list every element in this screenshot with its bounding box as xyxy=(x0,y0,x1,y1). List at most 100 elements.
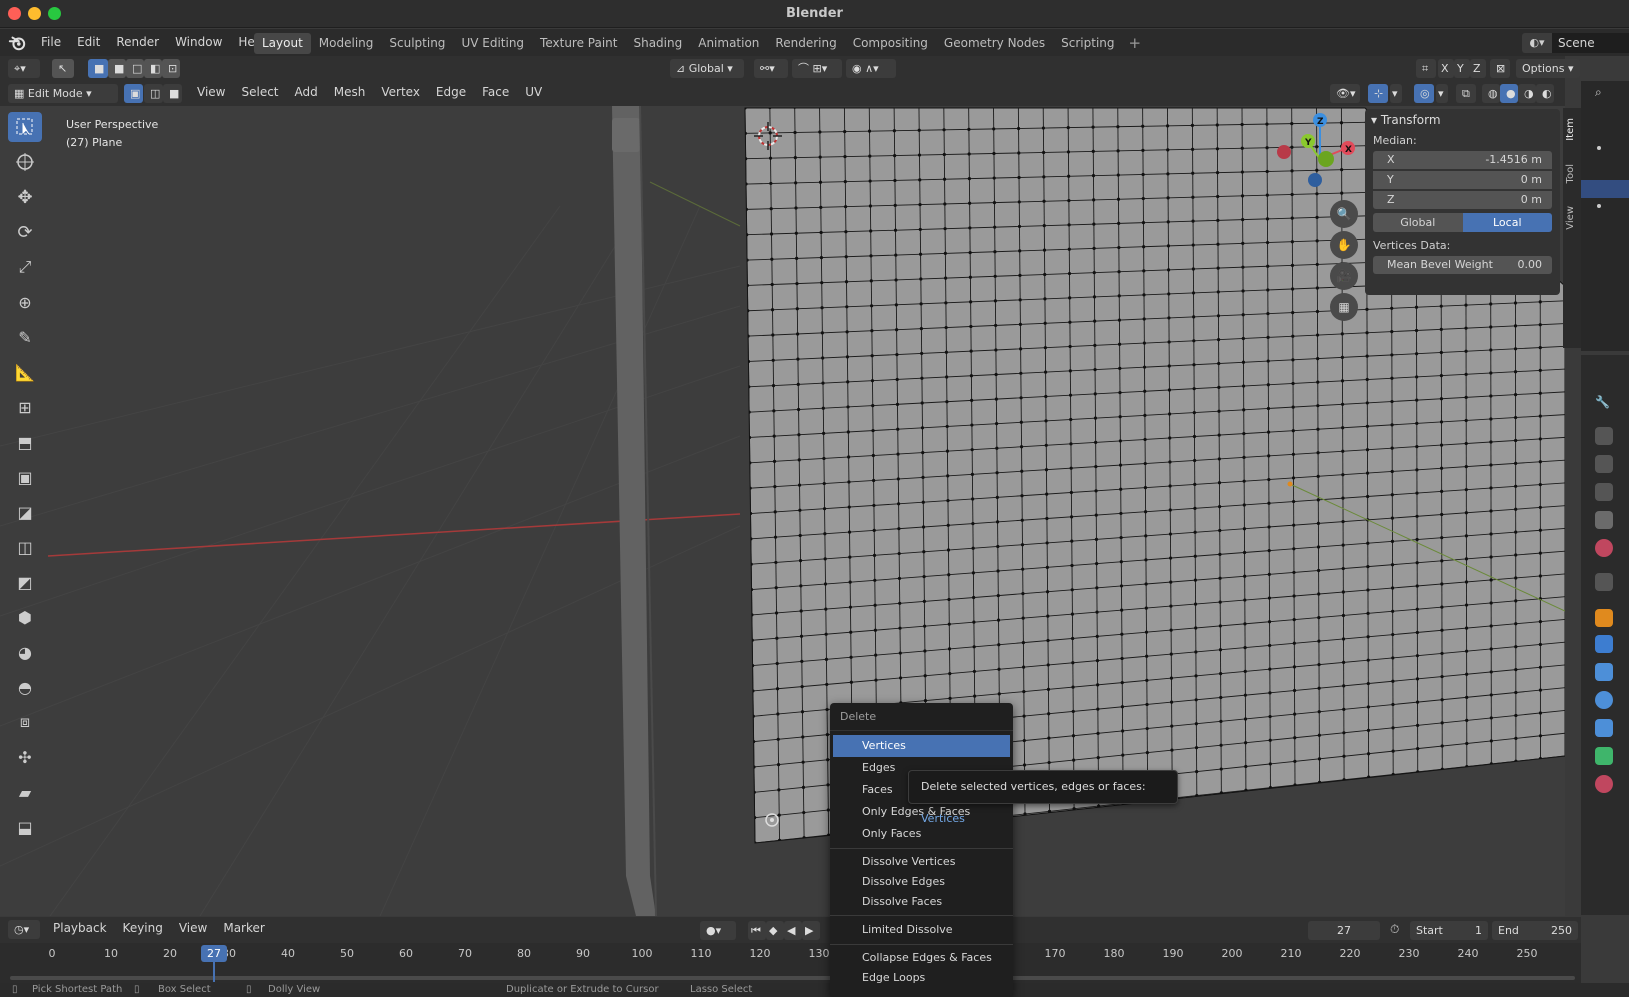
shading-rendered[interactable]: ◐ xyxy=(1536,84,1554,103)
mirror-y-toggle[interactable]: Y xyxy=(1454,59,1470,78)
current-frame-field[interactable]: 27 xyxy=(1308,921,1380,940)
outliner-panel[interactable]: ⌕ xyxy=(1581,81,1629,351)
options-dropdown[interactable]: Options ▾ xyxy=(1516,59,1580,78)
rotate-tool[interactable]: ⟳ xyxy=(8,217,42,247)
dissolve-vertices-item[interactable]: Dissolve Vertices xyxy=(830,852,1013,872)
tab-modeling[interactable]: Modeling xyxy=(311,33,382,54)
render-properties-icon[interactable] xyxy=(1595,427,1613,445)
select-mode-intersect-icon[interactable]: ⊡ xyxy=(162,59,180,78)
extrude-tool[interactable]: ⬒ xyxy=(8,427,42,457)
rip-region-tool[interactable]: ⬓ xyxy=(8,812,42,842)
vertex-select-icon[interactable]: ▣ xyxy=(124,84,143,103)
select-tool-icon[interactable]: ↖ xyxy=(52,59,74,78)
poly-build-tool[interactable]: ⬢ xyxy=(8,602,42,632)
tab-uv-editing[interactable]: UV Editing xyxy=(453,33,532,54)
loop-cut-tool[interactable]: ◫ xyxy=(8,532,42,562)
edge-loops-item[interactable]: Edge Loops xyxy=(830,968,1013,988)
inset-tool[interactable]: ▣ xyxy=(8,462,42,492)
timeline-scrollbar[interactable] xyxy=(10,976,1575,980)
physics-icon[interactable] xyxy=(1595,691,1613,709)
jump-start-icon[interactable]: ⏮ xyxy=(748,921,766,940)
shading-solid[interactable]: ● xyxy=(1500,84,1518,103)
menu-view[interactable]: View xyxy=(190,85,232,99)
menu-marker[interactable]: Marker xyxy=(216,921,271,935)
constraints-icon[interactable] xyxy=(1595,719,1613,737)
median-z-field[interactable]: Z 0 m xyxy=(1373,191,1552,209)
move-tool[interactable]: ✥ xyxy=(8,182,42,212)
preview-range-icon[interactable]: ⏱ xyxy=(1390,922,1399,937)
scale-tool[interactable]: ⤢ xyxy=(8,252,42,282)
playhead[interactable]: 27 xyxy=(201,945,227,962)
edge-slide-tool[interactable]: ⧈ xyxy=(8,707,42,737)
menu-add[interactable]: Add xyxy=(288,85,325,99)
world-properties-icon[interactable] xyxy=(1595,539,1613,557)
select-mode-subtract-icon[interactable]: □ xyxy=(126,59,144,78)
tab-geometry-nodes[interactable]: Geometry Nodes xyxy=(936,33,1053,54)
menu-timeline-view[interactable]: View xyxy=(172,921,214,935)
transform-tool[interactable]: ⊕ xyxy=(8,287,42,317)
outliner-row-highlight[interactable] xyxy=(1581,180,1629,198)
visibility-dropdown[interactable]: 👁▾ xyxy=(1330,84,1360,103)
tab-tool[interactable]: Tool xyxy=(1565,164,1576,183)
menu-vertex[interactable]: Vertex xyxy=(374,85,427,99)
auto-keying-toggle[interactable]: ●▾ xyxy=(700,921,736,940)
shear-tool[interactable]: ▰ xyxy=(8,777,42,807)
output-properties-icon[interactable] xyxy=(1595,455,1613,473)
overlays-dropdown[interactable]: ▾ xyxy=(1436,84,1448,103)
jump-keyframe-icon[interactable]: ◆ xyxy=(766,921,784,940)
tab-animation[interactable]: Animation xyxy=(690,33,767,54)
tab-texture-paint[interactable]: Texture Paint xyxy=(532,33,625,54)
mirror-x-toggle[interactable]: X xyxy=(1438,59,1454,78)
transform-panel-header[interactable]: ▾ Transform xyxy=(1365,109,1560,131)
camera-view-icon[interactable]: 🎥 xyxy=(1330,262,1358,290)
space-global-button[interactable]: Global xyxy=(1373,213,1463,232)
editor-type-icon[interactable]: ⌖▾ xyxy=(8,59,40,78)
spin-tool[interactable]: ◕ xyxy=(8,637,42,667)
menu-edit[interactable]: Edit xyxy=(70,35,107,49)
end-frame-field[interactable]: End 250 xyxy=(1492,921,1578,940)
bevel-tool[interactable]: ◪ xyxy=(8,497,42,527)
shading-material[interactable]: ◑ xyxy=(1518,84,1536,103)
scene-name[interactable]: Scene xyxy=(1552,33,1629,53)
modifier-wrench-icon[interactable] xyxy=(1595,635,1613,653)
object-data-icon[interactable] xyxy=(1595,747,1613,765)
play-reverse-icon[interactable]: ◀ xyxy=(784,921,802,940)
play-icon[interactable]: ▶ xyxy=(802,921,820,940)
mode-dropdown[interactable]: ▦ Edit Mode ▾ xyxy=(8,84,118,103)
mean-bevel-weight-field[interactable]: Mean Bevel Weight 0.00 xyxy=(1373,256,1552,274)
dissolve-faces-item[interactable]: Dissolve Faces xyxy=(830,892,1013,912)
start-frame-field[interactable]: Start 1 xyxy=(1410,921,1488,940)
blender-logo-icon[interactable] xyxy=(8,34,26,52)
menu-playback[interactable]: Playback xyxy=(46,921,114,935)
object-properties-icon[interactable] xyxy=(1595,609,1613,627)
add-cube-tool[interactable]: ⊞ xyxy=(8,392,42,422)
view-layer-icon[interactable] xyxy=(1595,483,1613,501)
select-mode-extend-icon[interactable]: ■ xyxy=(108,59,126,78)
select-box-tool[interactable] xyxy=(8,112,42,142)
overlays-toggle[interactable]: ◎ xyxy=(1414,84,1434,103)
outliner-filter-icon[interactable]: ⌕ xyxy=(1595,85,1602,100)
select-mode-invert-icon[interactable]: ◧ xyxy=(144,59,162,78)
median-y-field[interactable]: Y 0 m xyxy=(1373,171,1552,189)
ortho-grid-icon[interactable]: ▦ xyxy=(1330,293,1358,321)
tab-rendering[interactable]: Rendering xyxy=(767,33,844,54)
gizmo-dropdown[interactable]: ▾ xyxy=(1390,84,1402,103)
cursor-tool[interactable] xyxy=(8,147,42,177)
shading-wireframe[interactable]: ◍ xyxy=(1482,84,1500,103)
smooth-tool[interactable]: ◓ xyxy=(8,672,42,702)
tab-shading[interactable]: Shading xyxy=(625,33,690,54)
space-local-button[interactable]: Local xyxy=(1462,213,1552,232)
pan-hand-icon[interactable]: ✋ xyxy=(1330,231,1358,259)
tab-item[interactable]: Item xyxy=(1565,118,1576,141)
menu-keying[interactable]: Keying xyxy=(116,921,170,935)
face-select-icon[interactable]: ■ xyxy=(163,84,182,103)
tab-scripting[interactable]: Scripting xyxy=(1053,33,1122,54)
knife-tool[interactable]: ◩ xyxy=(8,567,42,597)
proportional-edit-toggle[interactable]: ◉ ∧▾ xyxy=(846,59,896,78)
menu-window[interactable]: Window xyxy=(168,35,229,49)
mirror-z-toggle[interactable]: Z xyxy=(1470,59,1486,78)
menu-mesh[interactable]: Mesh xyxy=(327,85,373,99)
median-x-field[interactable]: X -1.4516 m xyxy=(1373,151,1552,169)
tab-view-sidebar[interactable]: View xyxy=(1565,206,1576,230)
menu-edge[interactable]: Edge xyxy=(429,85,473,99)
